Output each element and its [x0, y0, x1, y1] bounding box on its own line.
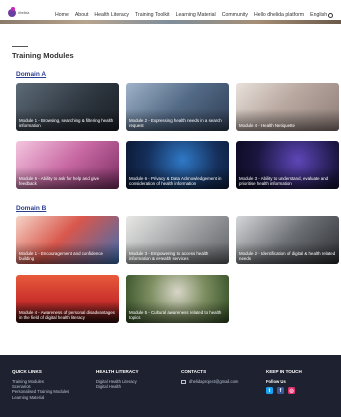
facebook-icon[interactable]: f — [277, 387, 284, 395]
module-card[interactable]: Module 6 - Privacy & Data Acknowledgemen… — [126, 141, 229, 189]
nav-community[interactable]: Community — [222, 12, 248, 18]
nav-home[interactable]: Home — [55, 12, 69, 18]
site-footer: QUICK LINKS Training Modules Scenarios P… — [0, 355, 341, 417]
footer-heading: HEALTH LITERACY — [96, 369, 139, 374]
instagram-icon[interactable]: ◎ — [288, 387, 295, 395]
twitter-icon[interactable]: t — [266, 387, 273, 395]
footer-heading: KEEP IN TOUCH — [266, 369, 302, 374]
envelope-icon — [181, 379, 186, 384]
module-caption: Module 1 - Encouragement and confidence … — [19, 251, 103, 261]
language-selector[interactable]: English — [310, 12, 334, 18]
contact-email: dhelidaproject@gmail.com — [189, 379, 239, 384]
page-title: Training Modules — [12, 51, 74, 60]
nav-health-literacy[interactable]: Health Literacy — [94, 12, 129, 18]
domain-b-label[interactable]: Domain B — [16, 205, 46, 212]
social-links: t f ◎ — [266, 387, 302, 395]
module-card[interactable]: Module 3 - Empowering to access health i… — [126, 216, 229, 264]
module-card[interactable]: Module 5 - Cultural awareness related to… — [126, 275, 229, 323]
module-caption: Module 3 - Ability to understand, evalua… — [239, 176, 329, 186]
language-label: English — [310, 12, 328, 18]
footer-link[interactable]: Personalised Training Modules — [12, 389, 70, 394]
footer-health-literacy: HEALTH LITERACY Digital Health Literacy … — [96, 369, 139, 389]
module-caption: Module 5 - Cultural awareness related to… — [129, 310, 222, 320]
nav-user-greeting[interactable]: Hello dhelida platform — [254, 12, 304, 18]
domain-a-label[interactable]: Domain A — [16, 71, 46, 78]
module-caption: Module 3 - Empowering to access health i… — [129, 251, 209, 261]
title-divider — [12, 46, 28, 47]
follow-us-label: Follow Us — [266, 379, 286, 384]
site-logo[interactable]: dhelida — [8, 7, 30, 17]
globe-icon — [328, 12, 334, 18]
nav-about[interactable]: About — [75, 12, 89, 18]
nav-learning-material[interactable]: Learning Material — [176, 12, 216, 18]
footer-link[interactable]: Digital Health — [96, 384, 139, 389]
module-caption: Module 1 - Browsing, searching & filteri… — [19, 118, 114, 128]
module-caption: Module 2 - Expressing health needs in a … — [129, 118, 222, 128]
footer-contacts: CONTACTS dhelidaproject@gmail.com — [181, 369, 238, 384]
module-caption: Module 6 - Privacy & Data Acknowledgemen… — [129, 176, 222, 186]
logo-icon — [8, 7, 16, 17]
module-card[interactable]: Module 1 - Encouragement and confidence … — [16, 216, 119, 264]
module-card[interactable]: Module 4 - Awareness of personal disadva… — [16, 275, 119, 323]
footer-keep-in-touch: KEEP IN TOUCH Follow Us t f ◎ — [266, 369, 302, 395]
site-header: dhelida Home About Health Literacy Train… — [0, 0, 341, 22]
footer-link[interactable]: Learning Material — [12, 395, 70, 400]
module-card[interactable]: Module 4 - Health Netiquette — [236, 83, 339, 131]
module-caption: Module 4 - Awareness of personal disadva… — [19, 310, 115, 320]
hero-banner-strip — [0, 20, 341, 24]
footer-heading: QUICK LINKS — [12, 369, 42, 374]
module-card[interactable]: Module 3 - Ability to understand, evalua… — [236, 141, 339, 189]
logo-text: dhelida — [18, 11, 30, 15]
footer-quick-links: QUICK LINKS Training Modules Scenarios P… — [12, 369, 70, 400]
footer-heading: CONTACTS — [181, 369, 207, 374]
module-card[interactable]: Module 1 - Browsing, searching & filteri… — [16, 83, 119, 131]
module-caption: Module 4 - Health Netiquette — [239, 123, 295, 128]
nav-training-toolkit[interactable]: Training Toolkit — [135, 12, 170, 18]
module-card[interactable]: Module 2 - Identification of digital & h… — [236, 216, 339, 264]
module-caption: Module 5 - Ability to ask for help and g… — [19, 176, 100, 186]
contact-email-row[interactable]: dhelidaproject@gmail.com — [181, 379, 238, 384]
module-caption: Module 2 - Identification of digital & h… — [239, 251, 336, 261]
main-nav: Home About Health Literacy Training Tool… — [55, 12, 334, 18]
module-card[interactable]: Module 2 - Expressing health needs in a … — [126, 83, 229, 131]
module-card[interactable]: Module 5 - Ability to ask for help and g… — [16, 141, 119, 189]
